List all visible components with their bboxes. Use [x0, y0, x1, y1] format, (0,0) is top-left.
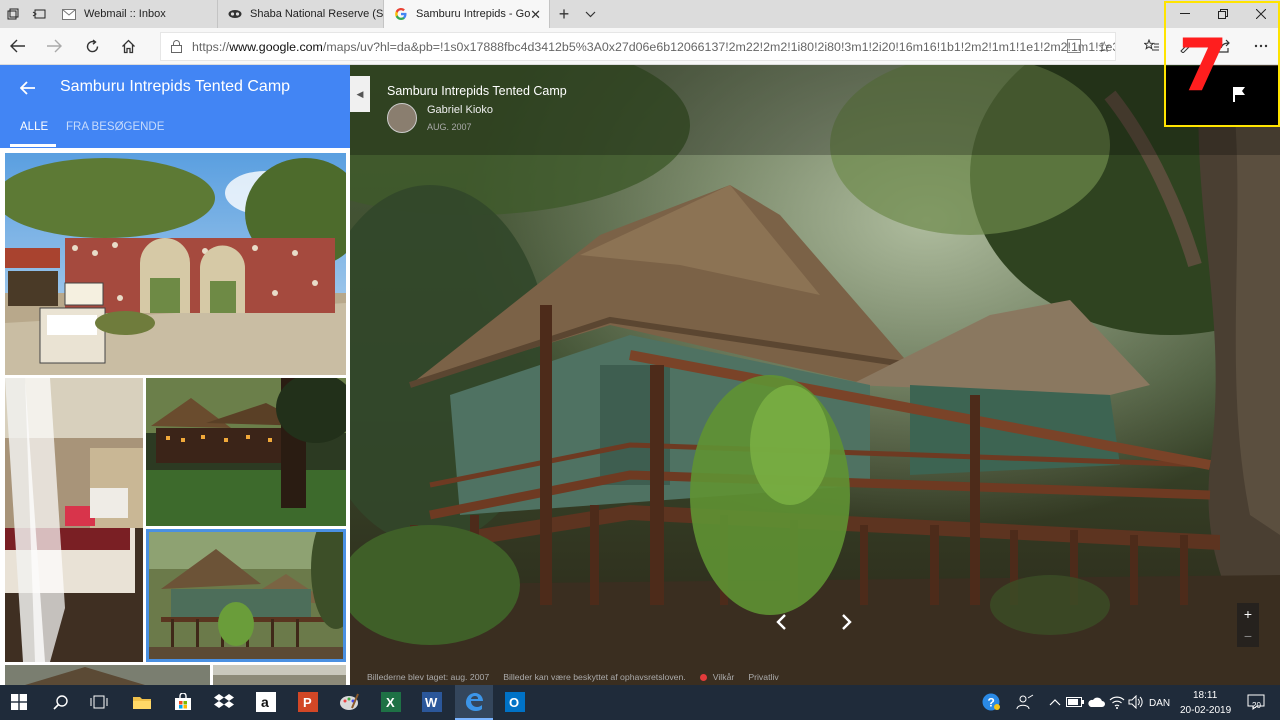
- annotation-number: 7: [1178, 23, 1229, 107]
- tab-shaba[interactable]: Shaba National Reserve (Sar: [218, 0, 384, 28]
- input-language[interactable]: DAN: [1149, 698, 1170, 709]
- powerpoint-icon[interactable]: P: [297, 691, 319, 713]
- file-explorer-icon[interactable]: [131, 691, 153, 713]
- author-name[interactable]: Gabriel Kioko: [427, 104, 493, 116]
- footer-privacy-link[interactable]: Privatliv: [748, 672, 778, 682]
- screen: Webmail :: Inbox Shaba National Reserve …: [0, 0, 1280, 720]
- tab-preview-icon[interactable]: [0, 0, 26, 28]
- clock-time[interactable]: 18:11: [1193, 690, 1217, 701]
- photo-thumbnail-gate[interactable]: [5, 153, 346, 375]
- tab-bar: Webmail :: Inbox Shaba National Reserve …: [0, 0, 1280, 28]
- favorites-list-icon[interactable]: [1141, 35, 1163, 57]
- taskbar: a P X W O ? DAN 18:11 20-02-2019 20: [0, 685, 1280, 720]
- search-icon[interactable]: [50, 691, 72, 713]
- next-photo-icon[interactable]: [836, 610, 858, 638]
- place-title: Samburu Intrepids Tented Camp: [60, 78, 291, 95]
- zoom-controls: + −: [1237, 603, 1259, 647]
- footer-terms-link[interactable]: Vilkår: [713, 672, 735, 682]
- lock-icon: [171, 39, 182, 54]
- url-path: /maps/uv?hl=da&pb=!1s0x17888fbc4d3412b5%…: [322, 39, 1116, 54]
- battery-icon[interactable]: [1064, 691, 1086, 713]
- viewer-title: Samburu Intrepids Tented Camp: [387, 84, 567, 98]
- tab-samburu[interactable]: Samburu Intrepids - Go ✕: [384, 0, 550, 28]
- previous-photo-icon[interactable]: [770, 610, 792, 638]
- photo-viewer[interactable]: ◀ Samburu Intrepids Tented Camp Gabriel …: [350, 65, 1280, 685]
- task-view-icon[interactable]: [88, 691, 110, 713]
- report-icon[interactable]: [699, 673, 707, 681]
- url-domain: www.google.com: [229, 39, 323, 54]
- help-icon[interactable]: ?: [980, 691, 1002, 713]
- flag-icon[interactable]: [1232, 86, 1246, 102]
- forward-icon[interactable]: [43, 35, 65, 57]
- refresh-icon[interactable]: [81, 35, 103, 57]
- tab-label: Samburu Intrepids - Go: [416, 8, 531, 20]
- tab-label: Shaba National Reserve (Sar: [250, 8, 384, 20]
- svg-text:X: X: [386, 695, 395, 710]
- edge-icon[interactable]: [463, 691, 485, 713]
- new-tab-button[interactable]: +: [550, 0, 578, 28]
- photo-date: AUG. 2007: [427, 122, 472, 132]
- viewer-footer: Billederne blev taget: aug. 2007 Billede…: [350, 669, 1280, 685]
- clock-date[interactable]: 20-02-2019: [1180, 705, 1231, 716]
- photo-thumbnail-tented-camp-selected[interactable]: [146, 529, 346, 662]
- photo-thumbnail-lodge-dusk[interactable]: [146, 378, 346, 526]
- svg-text:a: a: [261, 694, 269, 710]
- footer-copyright: Billeder kan være beskyttet af ophavsret…: [503, 672, 686, 682]
- google-icon: [394, 7, 408, 21]
- back-icon[interactable]: [7, 35, 29, 57]
- sidebar-header: Samburu Intrepids Tented Camp ALLE FRA B…: [0, 65, 350, 148]
- address-bar[interactable]: https://www.google.com/maps/uv?hl=da&pb=…: [160, 32, 1116, 61]
- mail-icon: [62, 7, 76, 21]
- avatar[interactable]: [387, 103, 417, 133]
- onedrive-icon[interactable]: [1085, 691, 1107, 713]
- store-icon[interactable]: [172, 691, 194, 713]
- footer-photo-taken: Billederne blev taget: aug. 2007: [367, 672, 490, 682]
- paint-icon[interactable]: [338, 691, 360, 713]
- amazon-icon[interactable]: a: [255, 691, 277, 713]
- svg-text:?: ?: [988, 696, 995, 710]
- photo-thumbnail-bedroom[interactable]: [5, 378, 143, 662]
- zoom-out-icon[interactable]: −: [1244, 628, 1252, 644]
- tab-label: Webmail :: Inbox: [84, 8, 166, 20]
- mask-icon: [228, 7, 242, 21]
- tab-webmail[interactable]: Webmail :: Inbox: [52, 0, 218, 28]
- url-prefix: https://: [192, 39, 230, 54]
- close-tab-icon[interactable]: ✕: [530, 7, 541, 23]
- svg-text:W: W: [425, 695, 438, 710]
- collapse-panel-button[interactable]: ◀: [350, 76, 370, 112]
- outlook-icon[interactable]: O: [504, 691, 526, 713]
- chevron-down-icon[interactable]: [578, 0, 602, 28]
- photo-thumbnail-6[interactable]: [213, 665, 346, 685]
- word-icon[interactable]: W: [421, 691, 443, 713]
- windows-start-icon[interactable]: [8, 691, 30, 713]
- main-photo: [350, 65, 1280, 685]
- photo-thumbnail-5[interactable]: [5, 665, 210, 685]
- favorite-star-icon[interactable]: ☆: [1098, 38, 1111, 56]
- navigation-bar: https://www.google.com/maps/uv?hl=da&pb=…: [0, 28, 1280, 65]
- show-hidden-icons[interactable]: [1044, 691, 1066, 713]
- svg-text:O: O: [509, 695, 519, 710]
- excel-icon[interactable]: X: [380, 691, 402, 713]
- reading-view-icon[interactable]: [1067, 39, 1081, 53]
- zoom-in-icon[interactable]: +: [1244, 606, 1252, 622]
- svg-text:P: P: [303, 695, 312, 710]
- notification-count: 20: [1252, 701, 1261, 710]
- photo-sidebar: Samburu Intrepids Tented Camp ALLE FRA B…: [0, 65, 350, 685]
- volume-icon[interactable]: [1125, 691, 1147, 713]
- tab-all[interactable]: ALLE: [20, 121, 48, 133]
- back-arrow-icon[interactable]: [19, 79, 36, 100]
- people-icon[interactable]: [1014, 691, 1036, 713]
- home-icon[interactable]: [117, 35, 139, 57]
- set-aside-tabs-icon[interactable]: [26, 0, 52, 28]
- active-tab-indicator: [10, 144, 56, 147]
- tab-from-visitors[interactable]: FRA BESØGENDE: [66, 121, 164, 133]
- dropbox-icon[interactable]: [213, 691, 235, 713]
